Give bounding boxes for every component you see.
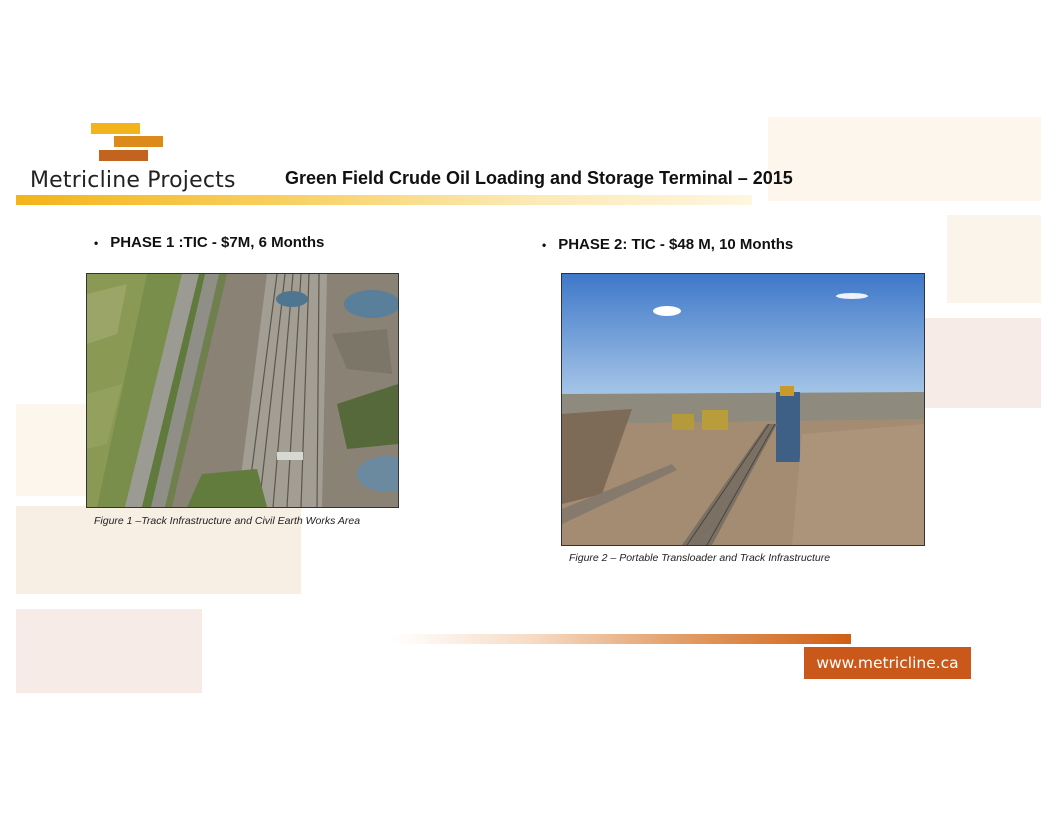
decor-tile (16, 609, 202, 693)
bullet-icon: • (542, 237, 547, 252)
phase-1-item: • PHASE 1 :TIC - $7M, 6 Months (94, 234, 324, 251)
website-link[interactable]: www.metricline.ca (804, 647, 971, 679)
phase-2-label: PHASE 2: TIC - $48 M, 10 Months (558, 236, 794, 253)
decor-tile (925, 318, 1041, 408)
bullet-icon: • (94, 235, 99, 250)
logo-bar-middle (114, 136, 163, 147)
phase-2-item: • PHASE 2: TIC - $48 M, 10 Months (542, 236, 793, 253)
logo-bar-top (91, 123, 140, 134)
figure-1-caption: Figure 1 –Track Infrastructure and Civil… (94, 515, 361, 527)
figure-2-site-photo (561, 273, 925, 546)
figure-2-caption: Figure 2 – Portable Transloader and Trac… (569, 552, 831, 564)
decor-tile (16, 404, 86, 496)
slide-title: Green Field Crude Oil Loading and Storag… (285, 168, 793, 188)
figure-1-aerial-photo (86, 273, 399, 508)
decor-tile (768, 117, 1041, 201)
header-rule (16, 195, 752, 205)
footer-rule (392, 634, 851, 644)
logo-bar-bottom (99, 150, 148, 161)
phase-1-label: PHASE 1 :TIC - $7M, 6 Months (110, 234, 325, 251)
brand-name: Metricline Projects (30, 168, 236, 193)
decor-tile (947, 215, 1041, 303)
